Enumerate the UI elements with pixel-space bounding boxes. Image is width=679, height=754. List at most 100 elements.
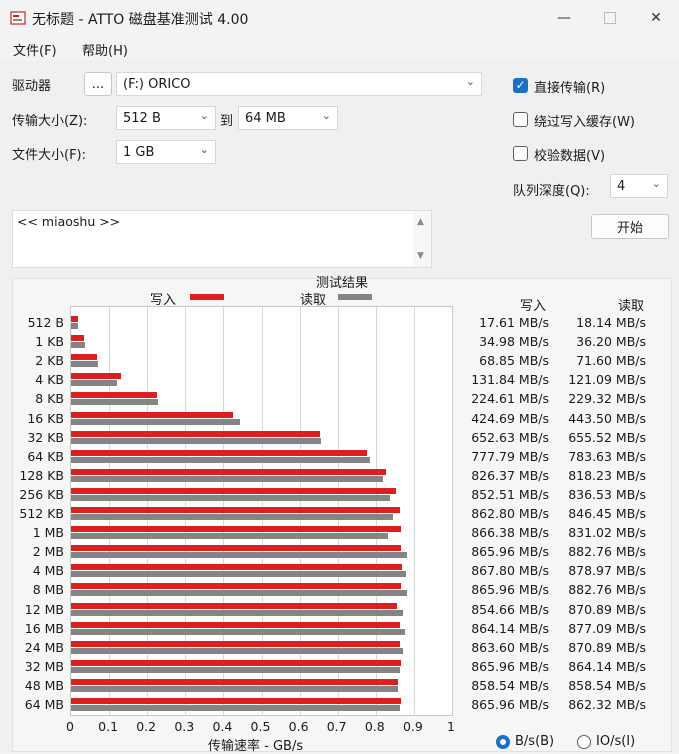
read-value: 655.52 MB/s xyxy=(568,429,646,445)
read-bar xyxy=(71,380,118,387)
minimize-button[interactable]: — xyxy=(541,0,587,36)
drive-label: 驱动器 xyxy=(12,79,52,94)
read-value: 870.89 MB/s xyxy=(568,639,646,655)
verify-data-checkbox[interactable] xyxy=(513,146,528,161)
file-size-label: 文件大小(F): xyxy=(12,148,87,163)
bypass-cache-label[interactable]: 绕过写入缓存(W) xyxy=(534,111,635,130)
row-label: 512 B xyxy=(27,315,64,330)
x-tick-label: 0.2 xyxy=(136,719,157,734)
write-value: 865.96 MB/s xyxy=(471,658,549,674)
scroll-down-icon[interactable]: ▼ xyxy=(417,251,424,261)
bytes-per-sec-label[interactable]: B/s(B) xyxy=(515,734,554,749)
read-bar xyxy=(71,609,403,616)
legend-write-swatch xyxy=(190,294,224,300)
direct-io-checkbox[interactable]: ✓ xyxy=(513,78,528,93)
read-value: 862.32 MB/s xyxy=(568,697,646,712)
x-axis-label: 传输速率 - GB/s xyxy=(208,739,304,754)
row-label: 16 KB xyxy=(27,410,64,426)
bytes-per-sec-radio[interactable] xyxy=(496,735,510,749)
menu-file[interactable]: 文件(F) xyxy=(13,40,57,59)
transfer-size-to-value: 64 MB xyxy=(245,110,286,126)
read-bar xyxy=(71,323,78,329)
write-bar xyxy=(71,526,402,533)
read-bar xyxy=(71,475,383,482)
row-label: 1 KB xyxy=(35,334,64,350)
row-label: 4 MB xyxy=(32,563,64,579)
io-per-sec-label[interactable]: IO/s(I) xyxy=(596,734,635,749)
bypass-cache-checkbox[interactable] xyxy=(513,112,528,127)
drive-select-value: (F:) ORICO xyxy=(123,76,191,92)
write-value: 862.80 MB/s xyxy=(471,506,549,521)
write-value: 224.61 MB/s xyxy=(471,391,549,407)
read-value: 121.09 MB/s xyxy=(568,372,646,388)
transfer-size-from-select[interactable]: 512 B ⌄ xyxy=(116,106,216,130)
x-tick-label: 0 xyxy=(66,719,74,734)
read-value: 882.76 MB/s xyxy=(568,544,646,560)
read-value: 229.32 MB/s xyxy=(568,391,646,407)
write-value: 826.37 MB/s xyxy=(471,467,549,483)
checkmark-icon: ✓ xyxy=(515,78,526,92)
description-scrollbar[interactable]: ▲ ▼ xyxy=(413,211,431,267)
read-bar xyxy=(71,571,406,578)
chevron-down-icon: ⌄ xyxy=(465,75,475,88)
verify-data-label[interactable]: 校验数据(V) xyxy=(534,145,605,164)
write-bar xyxy=(71,430,320,437)
menu-help[interactable]: 帮助(H) xyxy=(82,40,128,59)
read-value: 836.53 MB/s xyxy=(568,486,646,502)
transfer-size-to-select[interactable]: 64 MB ⌄ xyxy=(238,106,338,130)
write-value: 866.38 MB/s xyxy=(471,525,549,541)
row-label: 2 KB xyxy=(35,353,64,369)
maximize-button[interactable] xyxy=(587,0,633,36)
read-bar xyxy=(71,628,406,635)
queue-depth-label: 队列深度(Q): xyxy=(513,184,590,199)
write-value: 777.79 MB/s xyxy=(471,448,549,464)
row-label: 16 MB xyxy=(24,620,64,636)
read-bar xyxy=(71,456,370,463)
write-bar xyxy=(71,621,401,628)
write-value: 867.80 MB/s xyxy=(471,563,549,579)
close-icon: ✕ xyxy=(650,10,662,26)
read-bar xyxy=(71,342,85,349)
write-value: 68.85 MB/s xyxy=(479,353,549,369)
direct-io-label[interactable]: 直接传输(R) xyxy=(534,77,605,96)
row-label: 8 MB xyxy=(32,582,64,598)
read-value: 858.54 MB/s xyxy=(568,677,646,693)
start-button[interactable]: 开始 xyxy=(591,214,669,239)
x-tick-label: 0.3 xyxy=(174,719,195,734)
x-tick-label: 0.9 xyxy=(402,719,423,734)
x-tick-label: 0.5 xyxy=(250,719,271,734)
x-tick-label: 1 xyxy=(447,719,455,734)
read-value: 846.45 MB/s xyxy=(568,506,646,521)
queue-depth-select[interactable]: 4 ⌄ xyxy=(610,174,668,198)
io-per-sec-radio[interactable] xyxy=(577,735,591,749)
row-label: 4 KB xyxy=(35,372,64,388)
maximize-icon xyxy=(604,12,616,24)
file-size-select[interactable]: 1 GB ⌄ xyxy=(116,140,216,164)
chevron-down-icon: ⌄ xyxy=(321,109,331,122)
row-label: 32 MB xyxy=(24,658,64,674)
write-value: 865.96 MB/s xyxy=(471,697,549,712)
chevron-down-icon: ⌄ xyxy=(199,143,209,156)
browse-drive-button[interactable]: ... xyxy=(84,72,112,96)
write-bar xyxy=(71,449,368,456)
row-label: 256 KB xyxy=(19,486,64,502)
read-bar xyxy=(71,494,390,501)
row-label: 64 MB xyxy=(24,697,64,712)
read-value: 443.50 MB/s xyxy=(568,410,646,426)
write-bar xyxy=(71,583,401,590)
read-value: 818.23 MB/s xyxy=(568,467,646,483)
grid-line xyxy=(413,307,415,715)
file-size-value: 1 GB xyxy=(123,144,155,160)
scroll-up-icon[interactable]: ▲ xyxy=(417,217,424,227)
close-button[interactable]: ✕ xyxy=(633,0,679,36)
drive-select[interactable]: (F:) ORICO ⌄ xyxy=(116,72,482,96)
write-value: 854.66 MB/s xyxy=(471,601,549,617)
read-value: 783.63 MB/s xyxy=(568,448,646,464)
read-bar xyxy=(71,361,99,368)
x-tick-label: 0.1 xyxy=(98,719,119,734)
write-value: 34.98 MB/s xyxy=(479,334,549,350)
read-bar xyxy=(71,533,388,540)
chevron-down-icon: ⌄ xyxy=(199,109,209,122)
write-bar xyxy=(71,659,401,666)
description-textarea[interactable]: << miaoshu >> ▲ ▼ xyxy=(12,210,432,268)
